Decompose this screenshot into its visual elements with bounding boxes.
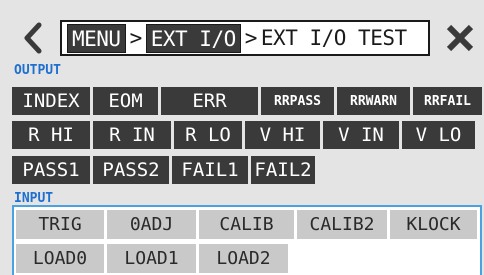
output-row-3: PASS1 PASS2 FAIL1 FAIL2 [12,156,315,184]
breadcrumb-current: EXT I/O TEST [260,26,407,50]
output-eom-button[interactable]: EOM [93,87,158,115]
output-v-lo-button[interactable]: V LO [402,121,475,149]
input-calib2-button[interactable]: CALIB2 [297,210,387,239]
output-section-label: OUTPUT [14,63,61,78]
output-rrpass-button[interactable]: RRPASS [261,87,334,115]
input-trig-button[interactable]: TRIG [16,210,104,239]
input-klock-button[interactable]: KLOCK [390,210,477,239]
output-row-1: INDEX EOM ERR RRPASS RRWARN RRFAIL [12,87,482,115]
input-row-2: LOAD0 LOAD1 LOAD2 [16,244,288,273]
output-index-button[interactable]: INDEX [12,87,90,115]
output-rrfail-button[interactable]: RRFAIL [413,87,482,115]
output-fail2-button[interactable]: FAIL2 [251,156,315,184]
input-load0-button[interactable]: LOAD0 [16,244,104,273]
output-v-in-button[interactable]: V IN [323,121,399,149]
output-r-lo-button[interactable]: R LO [174,121,242,149]
ext-io-test-screen: MENU > EXT I/O > EXT I/O TEST OUTPUT IND… [0,0,484,275]
back-button[interactable] [16,18,50,58]
breadcrumb-menu[interactable]: MENU [67,23,126,53]
breadcrumb-separator: > [244,26,258,50]
breadcrumb: MENU > EXT I/O > EXT I/O TEST [60,20,430,56]
breadcrumb-ext-io[interactable]: EXT I/O [145,23,241,53]
output-row-2: R HI R IN R LO V HI V IN V LO [12,121,475,149]
close-icon [446,24,474,52]
output-v-hi-button[interactable]: V HI [245,121,320,149]
output-fail1-button[interactable]: FAIL1 [172,156,248,184]
input-row-1: TRIG 0ADJ CALIB CALIB2 KLOCK [16,210,477,239]
output-r-in-button[interactable]: R IN [93,121,171,149]
output-err-button[interactable]: ERR [161,87,258,115]
output-pass2-button[interactable]: PASS2 [93,156,169,184]
input-panel: TRIG 0ADJ CALIB CALIB2 KLOCK LOAD0 LOAD1… [12,205,482,275]
input-load1-button[interactable]: LOAD1 [107,244,196,273]
chevron-left-icon [24,22,42,54]
input-section-label: INPUT [14,191,54,206]
input-0adj-button[interactable]: 0ADJ [107,210,196,239]
output-r-hi-button[interactable]: R HI [12,121,90,149]
output-rrwarn-button[interactable]: RRWARN [337,87,410,115]
input-calib-button[interactable]: CALIB [199,210,294,239]
input-load2-button[interactable]: LOAD2 [199,244,288,273]
header: MENU > EXT I/O > EXT I/O TEST [0,0,484,63]
breadcrumb-separator: > [129,26,143,50]
output-pass1-button[interactable]: PASS1 [12,156,90,184]
close-button[interactable] [440,18,480,58]
